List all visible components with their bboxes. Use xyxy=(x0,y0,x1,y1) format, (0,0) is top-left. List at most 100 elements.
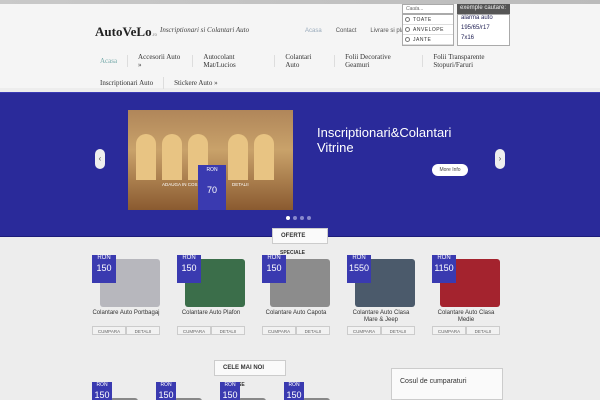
nav-item-folii-transparente[interactable]: Folii Transparente Stopuri/Faruri xyxy=(433,53,520,69)
nav-divider xyxy=(274,55,276,67)
cart-title[interactable]: Cosul de cumparaturi xyxy=(400,378,467,385)
price-value: 1150 xyxy=(434,263,454,273)
search-option-label: TOATE xyxy=(413,16,432,23)
offers-tab: OFERTE xyxy=(272,228,328,244)
slider-dot[interactable] xyxy=(300,216,304,220)
buy-button[interactable]: CUMPARA xyxy=(262,326,296,335)
product-price-tag: RON 1150 xyxy=(432,255,456,283)
details-button[interactable]: DETALII xyxy=(126,326,160,335)
product-price-tag: RON 150 xyxy=(156,382,176,400)
product-image[interactable]: RON 1550 xyxy=(347,255,415,307)
price-value: 150 xyxy=(286,390,302,400)
search-examples-button[interactable]: exemple cautare: xyxy=(457,4,510,14)
details-button[interactable]: DETALII xyxy=(381,326,415,335)
top-link-acasa[interactable]: Acasa xyxy=(305,28,322,34)
nav-item-colantari[interactable]: Colantari Auto xyxy=(285,53,324,69)
slide-arch xyxy=(136,134,156,180)
nav-divider xyxy=(422,55,424,67)
slide-arch xyxy=(228,134,248,180)
product-actions: CUMPARA DETALII xyxy=(432,326,500,335)
nav-divider xyxy=(192,55,194,67)
search-option-label: ANVELOPE xyxy=(413,26,444,33)
product-image[interactable]: RON 1150 xyxy=(432,255,500,307)
nav-item-stickere[interactable]: Stickere Auto » xyxy=(174,79,218,87)
product-name[interactable]: Colantare Auto Clasa Mare & Jeep xyxy=(347,310,415,324)
product-image[interactable]: RON 150 xyxy=(177,255,245,307)
site-logo[interactable]: AutoVeLo.ro xyxy=(95,24,157,40)
product-name[interactable]: Colantare Auto Capota xyxy=(262,310,330,324)
slide-details[interactable]: DETALII xyxy=(232,182,249,187)
buy-button[interactable]: CUMPARA xyxy=(347,326,381,335)
buy-button[interactable]: CUMPARA xyxy=(92,326,126,335)
price-currency: RON xyxy=(97,255,111,261)
product-name[interactable]: Colantare Auto Plafon xyxy=(177,310,245,324)
price-value: 150 xyxy=(158,390,174,400)
product-price-tag: RON 150 xyxy=(262,255,286,283)
price-currency: RON xyxy=(160,382,172,388)
new-product-card[interactable]: RON 150 xyxy=(284,382,340,400)
nav-divider xyxy=(163,77,165,89)
product-card: RON 150 Colantare Auto Plafon CUMPARA DETA… xyxy=(177,255,245,335)
price-value: 150 xyxy=(94,390,110,400)
slider-prev-arrow-icon[interactable]: ‹ xyxy=(95,149,105,169)
search-option-anvelope[interactable]: ANVELOPE xyxy=(403,25,453,35)
new-product-card[interactable]: RON 150 xyxy=(220,382,276,400)
product-price-tag: RON 1550 xyxy=(347,255,371,283)
slide-add-to-cart[interactable]: ADAUGA IN COS xyxy=(162,182,198,187)
radio-icon xyxy=(405,27,410,32)
offers-tab-label: OFERTE xyxy=(281,233,306,239)
price-value: 150 xyxy=(181,263,197,273)
slide-price-tag: RON 70 xyxy=(198,165,226,210)
buy-button[interactable]: CUMPARA xyxy=(432,326,466,335)
product-price-tag: RON 150 xyxy=(177,255,201,283)
slider-dot[interactable] xyxy=(286,216,290,220)
slider-pagination xyxy=(286,216,311,220)
product-actions: CUMPARA DETALII xyxy=(347,326,415,335)
details-button[interactable]: DETALII xyxy=(466,326,500,335)
nav-item-accesorii[interactable]: Accesorii Auto » xyxy=(138,53,182,69)
hero-slider: ‹ ADAUGA IN COS DETALII RON 70 Inscripti… xyxy=(0,92,600,237)
main-nav: Acasa Accesorii Auto » Autocolant Mat/Lu… xyxy=(100,50,520,94)
price-currency: RON xyxy=(182,255,196,261)
nav-item-folii-decorative[interactable]: Folii Decorative Geamuri xyxy=(345,53,412,69)
product-price-tag: RON 150 xyxy=(92,382,112,400)
details-button[interactable]: DETALII xyxy=(296,326,330,335)
price-currency: RON xyxy=(206,167,218,173)
price-value: 1550 xyxy=(348,263,370,273)
suggestion-item[interactable]: alarma auto xyxy=(458,15,509,25)
slider-dot[interactable] xyxy=(307,216,311,220)
more-info-button[interactable]: More Info xyxy=(432,164,468,176)
product-price-tag: RON 150 xyxy=(220,382,240,400)
product-name[interactable]: Colantare Auto Portbagaj xyxy=(92,310,160,324)
search-category-list: TOATE ANVELOPE JANTE xyxy=(402,14,454,46)
new-product-card[interactable]: RON 150 xyxy=(92,382,148,400)
details-button[interactable]: DETALII xyxy=(211,326,245,335)
top-link-contact[interactable]: Contact xyxy=(336,28,357,34)
product-image[interactable]: RON 150 xyxy=(92,255,160,307)
product-price-tag: RON 150 xyxy=(92,255,116,283)
price-currency: RON xyxy=(267,255,281,261)
suggestion-item[interactable]: 7x16 xyxy=(458,35,509,45)
slider-dot[interactable] xyxy=(293,216,297,220)
product-actions: CUMPARA DETALII xyxy=(177,326,245,335)
search-input[interactable]: Cauta... xyxy=(402,4,454,14)
product-name[interactable]: Colantare Auto Clasa Medie xyxy=(432,310,500,324)
search-option-jante[interactable]: JANTE xyxy=(403,35,453,45)
nav-item-acasa[interactable]: Acasa xyxy=(100,57,117,65)
nav-item-autocolant[interactable]: Autocolant Mat/Lucios xyxy=(203,53,264,69)
shopping-cart-box: Cosul de cumparaturi xyxy=(391,368,503,400)
search-option-toate[interactable]: TOATE xyxy=(403,15,453,25)
nav-item-inscriptionari[interactable]: Inscriptionari Auto xyxy=(100,79,153,87)
new-product-card[interactable]: RON 150 xyxy=(156,382,212,400)
slider-next-arrow-icon[interactable]: › xyxy=(495,149,505,169)
product-card: RON 150 Colantare Auto Capota CUMPARA DETA… xyxy=(262,255,330,335)
slide-arch xyxy=(162,134,182,180)
search-suggestions: alarma auto 195/65/r17 7x16 xyxy=(457,14,510,46)
product-image[interactable]: RON 150 xyxy=(262,255,330,307)
radio-icon xyxy=(405,17,410,22)
price-currency: RON xyxy=(224,382,236,388)
product-card: RON 150 Colantare Auto Portbagaj CUMPARA D… xyxy=(92,255,160,335)
slide-image[interactable]: ADAUGA IN COS DETALII RON 70 xyxy=(128,110,293,210)
suggestion-item[interactable]: 195/65/r17 xyxy=(458,25,509,35)
buy-button[interactable]: CUMPARA xyxy=(177,326,211,335)
